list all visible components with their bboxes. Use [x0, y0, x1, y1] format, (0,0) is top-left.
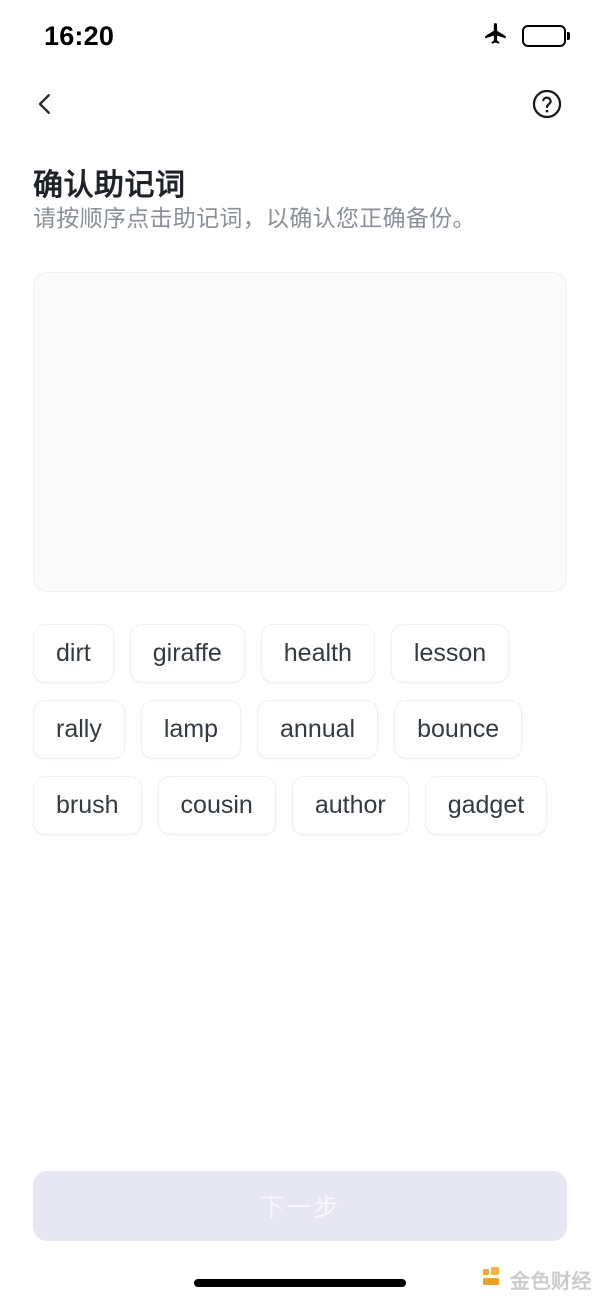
home-indicator: [194, 1279, 406, 1287]
word-pool: dirt giraffe health lesson rally lamp annual bo…: [33, 624, 567, 835]
word-chip[interactable]: lamp: [140, 700, 242, 759]
word-chip[interactable]: dirt: [33, 624, 114, 683]
word-chip[interactable]: cousin: [157, 776, 276, 835]
watermark: 金色财经: [482, 1265, 592, 1294]
status-bar-time: 16:20: [44, 20, 115, 51]
selected-words-box[interactable]: [33, 272, 567, 592]
status-bar: 16:20: [0, 0, 600, 72]
airplane-mode-icon: [483, 21, 509, 52]
watermark-text: 金色财经: [510, 1271, 592, 1293]
word-chip[interactable]: giraffe: [129, 624, 245, 683]
back-button[interactable]: [22, 83, 68, 129]
word-chip[interactable]: bounce: [394, 700, 523, 759]
word-chip[interactable]: brush: [33, 776, 142, 835]
chevron-left-icon: [30, 89, 60, 124]
word-chip[interactable]: gadget: [424, 776, 548, 835]
jinse-logo-icon: [482, 1266, 504, 1293]
word-chip[interactable]: health: [260, 624, 375, 683]
word-chip[interactable]: rally: [33, 700, 125, 759]
word-chip[interactable]: author: [291, 776, 409, 835]
page-title: 确认助记词: [33, 169, 186, 202]
page-subtitle: 请按顺序点击助记词，以确认您正确备份。: [33, 205, 476, 231]
battery-cap: [566, 32, 570, 40]
status-bar-indicators: [483, 21, 570, 52]
next-button[interactable]: 下一步: [33, 1171, 567, 1241]
navigation-bar: [0, 78, 600, 134]
word-chip[interactable]: annual: [257, 700, 379, 759]
word-chip[interactable]: lesson: [390, 624, 510, 683]
app-screen: 16:20 确认助记词 请按顺序点击助记词，以确认您正确备份。 dirt gir…: [0, 0, 600, 1299]
help-button[interactable]: [524, 83, 570, 129]
battery-icon: [522, 25, 570, 47]
question-mark-circle-icon: [530, 87, 564, 126]
